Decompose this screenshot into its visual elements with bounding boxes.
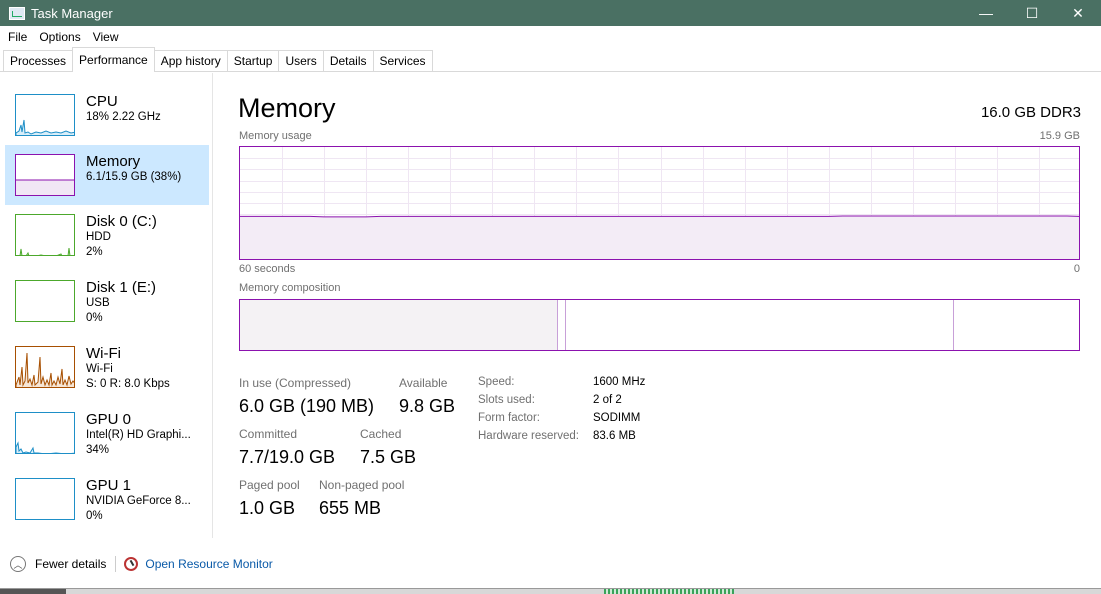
sidebar-memory-line1: 6.1/15.9 GB (38%) [86, 171, 182, 183]
composition-in-use [240, 300, 558, 350]
taskbar-dark-segment [0, 589, 66, 594]
memory-spec: 16.0 GB DDR3 [980, 104, 1081, 121]
sidebar-gpu0-line2: 34% [86, 444, 110, 456]
committed-label: Committed [239, 427, 298, 441]
paged-pool-value: 1.0 GB [239, 498, 296, 518]
task-manager-icon [9, 6, 25, 20]
cpu-thumbnail-graph [15, 94, 75, 136]
time-axis-start: 60 seconds [239, 263, 296, 275]
sidebar-item-wifi[interactable]: Wi-Fi Wi-Fi S: 0 R: 8.0 Kbps [5, 337, 209, 397]
tab-startup[interactable]: Startup [226, 50, 280, 71]
paged-pool-label: Paged pool [239, 478, 300, 492]
non-paged-pool-label: Non-paged pool [319, 478, 405, 492]
wifi-thumbnail-graph [15, 346, 75, 388]
tab-services[interactable]: Services [372, 50, 433, 71]
sidebar-gpu1-line2: 0% [86, 510, 103, 522]
disk1-thumbnail-graph [15, 280, 75, 322]
maximize-button[interactable]: ☐ [1009, 0, 1055, 26]
time-axis-end: 0 [1073, 263, 1080, 275]
sidebar-disk1-line1: USB [86, 297, 110, 309]
task-manager-window: Task Manager — ☐ ✕ File Options View Pro… [0, 0, 1101, 589]
form-factor-label: Form factor: [478, 412, 540, 424]
resource-monitor-icon[interactable] [124, 557, 139, 571]
tab-app-history[interactable]: App history [153, 50, 228, 71]
committed-value: 7.7/19.0 GB [239, 447, 336, 467]
form-factor-value: SODIMM [593, 412, 641, 424]
in-use-label: In use (Compressed) [239, 376, 352, 390]
tab-strip: Processes Performance App history Startu… [0, 47, 1101, 72]
sidebar-disk0-name: Disk 0 (C:) [86, 213, 157, 230]
window-title: Task Manager [31, 5, 113, 21]
sidebar-disk0-line2: 2% [86, 246, 103, 258]
open-resource-monitor-link[interactable]: Open Resource Monitor [145, 557, 272, 571]
available-label: Available [399, 376, 448, 390]
sidebar-item-disk1[interactable]: Disk 1 (E:) USB 0% [5, 271, 209, 331]
in-use-value: 6.0 GB (190 MB) [239, 396, 375, 416]
tab-performance[interactable]: Performance [72, 47, 155, 72]
sidebar-gpu1-line1: NVIDIA GeForce 8... [86, 495, 191, 507]
minimize-button[interactable]: — [963, 0, 1009, 26]
sidebar-memory-name: Memory [86, 153, 141, 170]
memory-usage-graph [239, 146, 1080, 260]
composition-standby [566, 300, 954, 350]
close-button[interactable]: ✕ [1055, 0, 1101, 26]
sidebar-item-cpu[interactable]: CPU 18% 2.22 GHz [5, 85, 209, 145]
memory-composition-bar[interactable] [239, 299, 1080, 351]
sidebar-item-disk0[interactable]: Disk 0 (C:) HDD 2% [5, 205, 209, 265]
hardware-reserved-value: 83.6 MB [593, 430, 636, 442]
sidebar-item-gpu0[interactable]: GPU 0 Intel(R) HD Graphi... 34% [5, 403, 209, 463]
title-bar[interactable]: Task Manager — ☐ ✕ [0, 0, 1101, 26]
footer-separator [115, 556, 117, 572]
sidebar-disk1-line2: 0% [86, 312, 103, 324]
sidebar-cpu-name: CPU [86, 93, 118, 110]
gpu0-thumbnail-graph [15, 412, 75, 454]
fewer-details-link[interactable]: Fewer details [35, 557, 106, 571]
sidebar-item-gpu1[interactable]: GPU 1 NVIDIA GeForce 8... 0% [5, 469, 209, 529]
non-paged-pool-value: 655 MB [319, 498, 382, 518]
memory-usage-label: Memory usage [239, 130, 312, 142]
sidebar-gpu0-name: GPU 0 [86, 411, 132, 428]
chevron-up-icon[interactable]: ︿ [10, 556, 26, 572]
speed-value: 1600 MHz [593, 376, 646, 388]
sidebar-disk1-name: Disk 1 (E:) [86, 279, 157, 296]
page-title: Memory [238, 93, 336, 123]
taskbar-edge [0, 589, 1101, 594]
menu-file[interactable]: File [2, 30, 33, 44]
memory-usage-max: 15.9 GB [1039, 130, 1080, 142]
hardware-reserved-label: Hardware reserved: [478, 430, 579, 442]
resource-sidebar: CPU 18% 2.22 GHz Memory 6.1/15.9 GB (38%… [0, 73, 213, 538]
memory-thumbnail-graph [15, 154, 75, 196]
menu-options[interactable]: Options [33, 30, 86, 44]
sidebar-gpu0-line1: Intel(R) HD Graphi... [86, 429, 191, 441]
tab-users[interactable]: Users [278, 50, 324, 71]
taskbar-progress-segment [604, 589, 734, 594]
speed-label: Speed: [478, 376, 515, 388]
sidebar-wifi-line2: S: 0 R: 8.0 Kbps [86, 378, 170, 390]
available-value: 9.8 GB [399, 396, 456, 416]
gpu1-thumbnail-graph [15, 478, 75, 520]
tab-processes[interactable]: Processes [3, 50, 74, 71]
sidebar-wifi-line1: Wi-Fi [86, 363, 113, 375]
slots-used-label: Slots used: [478, 394, 535, 406]
tab-details[interactable]: Details [322, 50, 374, 71]
composition-modified [559, 300, 566, 350]
menu-view[interactable]: View [87, 30, 125, 44]
sidebar-item-memory[interactable]: Memory 6.1/15.9 GB (38%) [5, 145, 209, 205]
disk0-thumbnail-graph [15, 214, 75, 256]
cached-value: 7.5 GB [360, 447, 417, 467]
footer-bar: ︿ Fewer details Open Resource Monitor [0, 552, 400, 576]
memory-usage-svg [240, 147, 1079, 259]
cached-label: Cached [360, 427, 402, 441]
slots-used-value: 2 of 2 [593, 394, 622, 406]
sidebar-wifi-name: Wi-Fi [86, 345, 121, 362]
memory-composition-label: Memory composition [239, 282, 341, 294]
menu-bar: File Options View [0, 26, 1101, 47]
sidebar-disk0-line1: HDD [86, 231, 111, 243]
sidebar-cpu-line1: 18% 2.22 GHz [86, 111, 161, 123]
sidebar-gpu1-name: GPU 1 [86, 477, 132, 494]
